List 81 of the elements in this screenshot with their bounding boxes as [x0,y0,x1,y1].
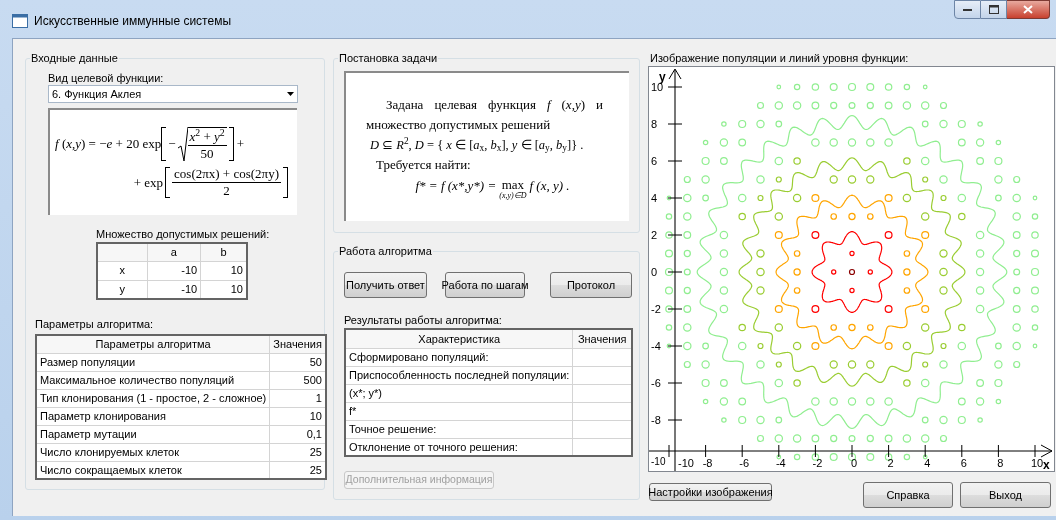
bracket-icon [283,167,288,198]
column-header: Характеристика [345,329,573,348]
row-header: x [97,261,147,280]
tick-label: 4 [924,457,931,469]
group-title: Постановка задачи [338,52,439,65]
tick-label: -10 [651,456,666,467]
table-cell: (x*; y*) [345,384,573,402]
operator-text: max [501,178,524,191]
tick-label: -8 [702,457,713,469]
close-icon [1023,5,1033,14]
tick-label: -8 [651,414,661,426]
table-cell[interactable]: Параметр мутации [36,425,270,443]
table-cell[interactable]: Параметр клонирования [36,407,270,425]
tick-label: -6 [651,377,661,389]
tick-label: 0 [651,266,658,278]
function-select[interactable]: 6. Функция Аклея [48,85,298,103]
bracket-icon [228,127,234,161]
problem-text: f (x, y) . [529,176,570,195]
tick-label: 0 [850,457,858,469]
formula-text: + exp [133,173,164,192]
table-caption: Результаты работы алгоритма: [344,314,503,327]
table-cell[interactable]: Максимальное количество популяций [36,371,270,389]
dropdown-arrow-icon [287,92,294,96]
maximize-icon [988,5,999,14]
tick-label: 4 [651,192,658,204]
maximize-button[interactable] [981,0,1007,19]
table-cell[interactable]: Тип клонирования (1 - простое, 2 - сложное) [36,389,270,407]
button[interactable]: Справка [863,482,953,508]
tick-label: -4 [775,457,786,469]
problem-text: множество допустимых решений [366,115,552,134]
problem-text: Задана целевая функция f (x,y) и [385,95,603,114]
bracket-icon [165,167,171,198]
table-cell: Сформировано популяций: [345,348,573,366]
table-caption: Параметры алгоритма: [35,318,155,331]
tick-label: -4 [651,340,661,352]
button[interactable]: Настройки изображения [649,483,772,501]
button[interactable]: Протокол [550,272,632,298]
table-caption: Множество допустимых решений: [96,228,271,241]
button[interactable]: Выход [960,482,1051,508]
group-title: Входные данные [30,52,119,65]
tick-label: 8 [651,118,658,130]
numerator: cos(2πx) + cos(2πy) [173,166,280,182]
minimize-button[interactable] [954,0,981,19]
subscript-text: (x,y)∈D [499,190,527,200]
table-cell: Приспособленность последней популяции: [345,366,573,384]
table-cell: f* [345,402,573,420]
tick-label: 10 [1030,457,1044,469]
window-title: Искусственные иммунные системы [34,13,231,30]
formula-text: f (x,y) = −e + 20 exp [55,135,162,154]
button[interactable]: Получить ответ [344,272,427,298]
axis-label: x [1043,458,1050,471]
plot-title: Изображение популяции и линий уровня функции: [650,52,910,65]
table-cell: Точное решение: [345,420,573,438]
problem-text: Требуется найти: [375,155,472,174]
formula-text: − [168,135,176,154]
tick-label: 6 [651,155,658,167]
problem-text: f* = f (x*,y*) = [415,176,497,195]
formula-text: + [236,135,244,154]
problem-text: D ⊆ R$^{2}$, D = {x ∈ [a$_{x}$, b$_{x}$], y ∈ [a$_{y}$, b$_{y}$]} . [369,134,585,155]
field-label: Вид целевой функции: [48,71,165,85]
bracket-icon [161,127,167,161]
app-icon [12,14,28,28]
numerator: x$^{2}$ + y$^{2}$ [188,128,226,145]
tick-label: -2 [651,303,661,315]
axis-label: y [659,70,666,84]
tick-label: 2 [651,229,658,241]
column-header: Параметры алгоритма [36,335,270,353]
table-cell: -10 [147,261,201,280]
column-header: a [147,243,201,261]
table-cell[interactable]: Число клонируемых клеток [36,443,270,461]
tick-label: 6 [960,457,967,469]
tick-label: -10 [678,457,694,469]
tick-label: 8 [997,457,1004,469]
group-title: Работа алгоритма [338,245,433,258]
tick-label: -6 [739,457,750,469]
table-cell[interactable]: Размер популяции [36,353,270,371]
tick-label: -2 [812,457,823,469]
tick-label: 2 [887,457,894,469]
denominator: 2 [172,182,281,199]
denominator: 50 [187,144,227,162]
close-button[interactable] [1007,0,1050,19]
